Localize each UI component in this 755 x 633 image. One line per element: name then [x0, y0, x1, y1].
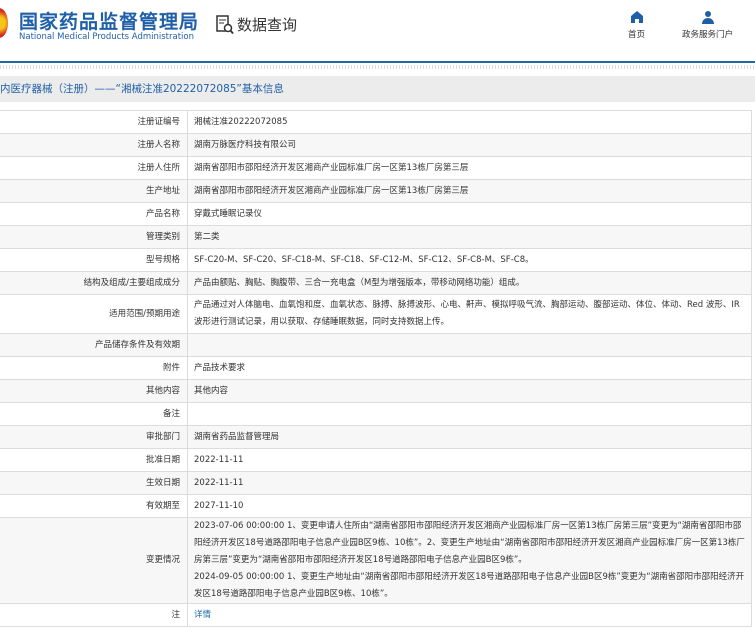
table-row: 备注	[0, 402, 752, 426]
field-value: 详情	[187, 603, 752, 627]
table-row: 生效日期 2022-11-11	[0, 471, 752, 495]
field-value: 湖南省邵阳市邵阳经济开发区湘商产业园标准厂房一区第13栋厂房第三层	[187, 156, 752, 180]
field-label: 产品名称	[0, 202, 188, 226]
field-label: 产品储存条件及有效期	[0, 333, 188, 357]
table-row: 其他内容 其他内容	[0, 379, 752, 403]
field-label: 注册人名称	[0, 133, 188, 157]
user-icon	[701, 11, 714, 24]
field-value: 湖南万脉医疗科技有限公司	[187, 133, 752, 157]
field-value: 产品技术要求	[187, 356, 752, 380]
nav-home[interactable]: 首页	[628, 10, 645, 40]
field-label: 附件	[0, 356, 188, 380]
field-value: 湖南省邵阳市邵阳经济开发区湘商产业园标准厂房一区第13栋厂房第三层	[187, 179, 752, 203]
field-value: 第二类	[187, 225, 752, 249]
field-value: SF-C20-M、SF-C20、SF-C18-M、SF-C18、SF-C12-M…	[187, 248, 752, 272]
table-row: 审批部门 湖南省药品监督管理局	[0, 425, 752, 449]
field-value: 湖南省药品监督管理局	[187, 425, 752, 449]
data-query-label: 数据查询	[237, 16, 298, 34]
field-label: 注册证编号	[0, 110, 188, 134]
field-value	[187, 333, 752, 357]
details-link[interactable]: 详情	[194, 610, 211, 620]
data-query-title: 数据查询	[216, 14, 297, 35]
table-row: 管理类别 第二类	[0, 225, 752, 249]
field-value: 产品通过对人体脑电、血氧饱和度、血氧状态、脉搏、脉搏波形、心电、鼾声、模拟呼吸气…	[187, 294, 752, 334]
field-label: 有效期至	[0, 494, 188, 518]
field-value: 2027-11-10	[187, 494, 752, 518]
field-label: 批准日期	[0, 448, 188, 472]
nav-service-portal-label: 政务服务门户	[682, 30, 734, 40]
field-value: 湘械注准20222072085	[187, 110, 752, 134]
site-header: 国家药品监督管理局 National Medical Products Admi…	[0, 0, 755, 63]
field-label: 审批部门	[0, 425, 188, 449]
field-value: 产品由额贴、胸贴、胸腹带、三合一充电盒（M型为增强版本，带移动网络功能）组成。	[187, 271, 752, 295]
field-value: 其他内容	[187, 379, 752, 403]
field-label: 注	[0, 603, 188, 627]
table-row: 注详情	[0, 603, 752, 627]
field-label: 其他内容	[0, 379, 188, 403]
table-row: 结构及组成/主要组成成分 产品由额贴、胸贴、胸腹带、三合一充电盒（M型为增强版本，…	[0, 271, 752, 295]
table-row: 注册证编号 湘械注准20222072085	[0, 110, 752, 134]
table-row: 适用范围/预期用途 产品通过对人体脑电、血氧饱和度、血氧状态、脉搏、脉搏波形、心电…	[0, 294, 752, 334]
home-icon	[630, 11, 643, 23]
table-row: 有效期至 2027-11-10	[0, 494, 752, 518]
breadcrumb: 内医疗器械（注册）——“湘械注准20222072085”基本信息	[0, 76, 755, 102]
divider	[0, 65, 755, 69]
table-row: 批准日期 2022-11-11	[0, 448, 752, 472]
table-row: 生产地址 湖南省邵阳市邵阳经济开发区湘商产业园标准厂房一区第13栋厂房第三层	[0, 179, 752, 203]
nav-home-label: 首页	[628, 30, 646, 40]
national-emblem-logo	[0, 8, 8, 38]
field-value: 2022-11-11	[187, 448, 752, 472]
field-label: 适用范围/预期用途	[0, 294, 188, 334]
field-value: 穿戴式睡眠记录仪	[187, 202, 752, 226]
field-label: 变更情况	[0, 517, 188, 604]
table-row: 注册人住所 湖南省邵阳市邵阳经济开发区湘商产业园标准厂房一区第13栋厂房第三层	[0, 156, 752, 180]
table-row: 产品名称 穿戴式睡眠记录仪	[0, 202, 752, 226]
field-label: 备注	[0, 402, 188, 426]
field-value: 2022-11-11	[187, 471, 752, 495]
document-search-icon	[216, 14, 234, 34]
nav-service-portal[interactable]: 政务服务门户	[682, 10, 733, 40]
detail-table: 注册证编号 湘械注准20222072085 注册人名称 湖南万脉医疗科技有限公司 注册人…	[0, 110, 752, 627]
table-row: 产品储存条件及有效期	[0, 333, 752, 357]
table-row: 变更情况 2023-07-06 00:00:00 1、变更申请人住所由“湖南省邵阳…	[0, 517, 752, 604]
field-label: 结构及组成/主要组成成分	[0, 271, 188, 295]
field-label: 生效日期	[0, 471, 188, 495]
field-label: 生产地址	[0, 179, 188, 203]
field-value	[187, 402, 752, 426]
field-label: 注册人住所	[0, 156, 188, 180]
table-row: 附件 产品技术要求	[0, 356, 752, 380]
field-value: 2023-07-06 00:00:00 1、变更申请人住所由“湖南省邵阳市邵阳经…	[187, 517, 752, 604]
field-label: 管理类别	[0, 225, 188, 249]
table-row: 型号规格 SF-C20-M、SF-C20、SF-C18-M、SF-C18、SF-C…	[0, 248, 752, 272]
logo-title[interactable]: 国家药品监督管理局	[19, 7, 199, 34]
table-row: 注册人名称 湖南万脉医疗科技有限公司	[0, 133, 752, 157]
logo-subtitle: National Medical Products Administration	[19, 32, 194, 42]
field-label: 型号规格	[0, 248, 188, 272]
